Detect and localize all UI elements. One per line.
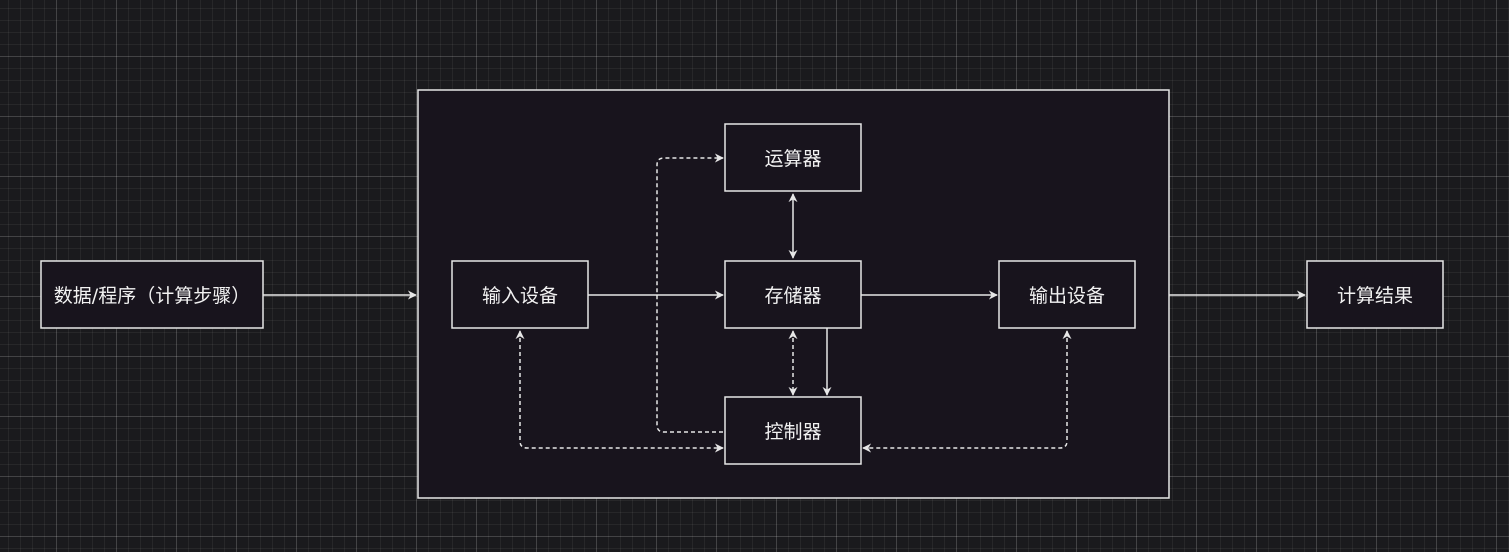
memory-node-box xyxy=(724,260,862,329)
source-node-box xyxy=(40,260,264,329)
input-device-node-box xyxy=(451,260,589,329)
controller-node-box xyxy=(724,396,862,465)
alu-node-box xyxy=(724,123,862,192)
diagram-canvas xyxy=(40,89,1444,499)
result-node-box xyxy=(1306,260,1444,329)
output-device-node-box xyxy=(998,260,1136,329)
